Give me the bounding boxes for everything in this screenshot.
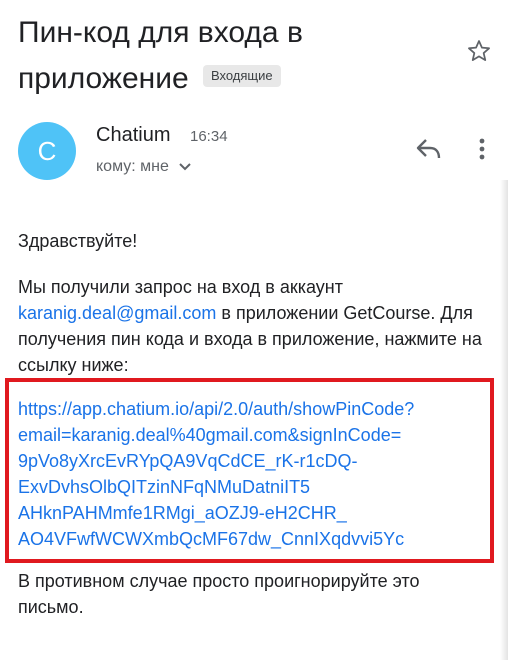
link-line: AO4VFwfWCWXmbQcMF67dw_CnnIXqdvvi5Yc [18,529,405,549]
recipient-text: кому: мне [96,158,169,175]
recipient-details-toggle[interactable]: кому: мне [96,158,192,176]
more-vert-icon[interactable] [474,136,490,162]
body-text-before: Мы получили запрос на вход в аккаунт [18,277,343,297]
greeting: Здравствуйте! [18,231,138,251]
link-line: AHknPAHMmfe1RMgi_aOZJ9-eH2CHR_ [18,503,347,523]
reply-icon[interactable] [414,136,444,162]
scroll-edge-shadow [500,180,508,660]
body-paragraph: Мы получили запрос на вход в аккаунт kar… [18,274,488,378]
inbox-label-badge[interactable]: Входящие [202,65,281,88]
link-line: ExvDvhsOlbQITzinNFqNMuDatniIT5 [18,477,311,497]
star-icon[interactable] [466,38,492,64]
link-line: email=karanig.deal%40gmail.com&signInCod… [18,425,402,445]
sender-name: Chatium [96,124,171,146]
pin-code-link[interactable]: https://app.chatium.io/api/2.0/auth/show… [18,396,492,552]
sender-avatar: C [18,122,76,180]
link-line: 9pVo8yXrcEvRYpQA9VqCdCE_rK-r1cDQ- [18,451,358,471]
footer-text: В противном случае просто проигнорируйте… [18,571,420,617]
sent-time: 16:34 [190,128,228,145]
link-line: https://app.chatium.io/api/2.0/auth/show… [18,399,415,419]
email-address-link[interactable]: karanig.deal@gmail.com [18,303,216,323]
chevron-down-icon [179,163,192,171]
email-subject: Пин-код для входа в приложение Входящие [18,10,448,102]
